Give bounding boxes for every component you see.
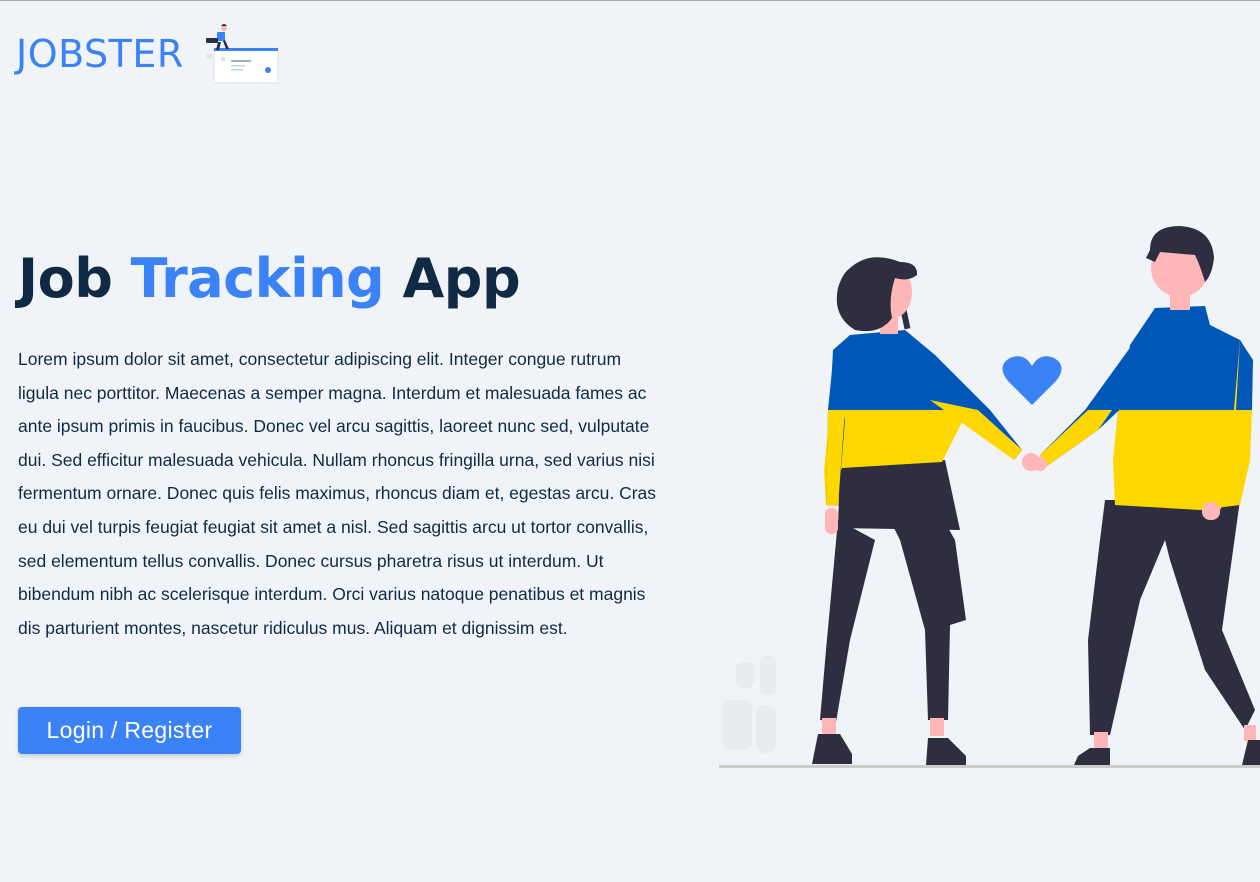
login-register-button[interactable]: Login / Register [18,707,241,754]
logo-text: JOBSTER [16,32,184,76]
title-part-app: App [402,247,521,310]
couple-holding-hands-illustration [719,226,1260,768]
title-part-job: Job [18,247,113,310]
page-title: Job Tracking App [18,243,521,315]
title-part-tracking: Tracking [130,247,385,310]
heart-icon [1002,356,1062,405]
logo[interactable]: JOBSTER [16,20,296,86]
hero-description: Lorem ipsum dolor sit amet, consectetur … [18,349,657,638]
top-border [0,0,1260,1]
logo-illustration-icon [206,24,279,84]
